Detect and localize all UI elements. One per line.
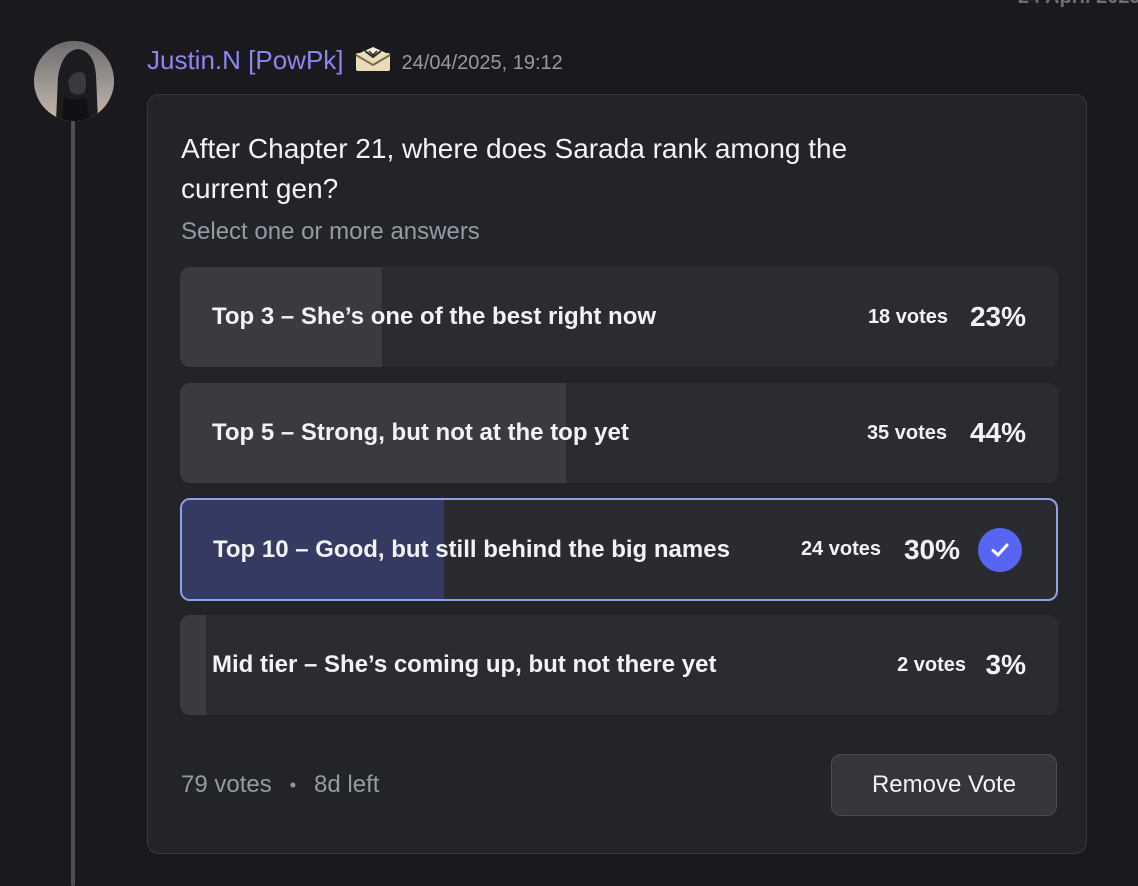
option-label: Top 3 – She’s one of the best right now xyxy=(212,303,657,330)
poll-subtitle: Select one or more answers xyxy=(181,218,480,245)
date-divider: 24 April 2025 xyxy=(1018,0,1138,9)
poll-footer: 79 votes • 8d left xyxy=(181,771,379,799)
discord-message-view: 24 April 2025 Justin.N [PowPk] xyxy=(0,0,1138,886)
option-vote-count: 18 votes xyxy=(867,305,948,328)
timestamp: 24/04/2025, 19:12 xyxy=(401,51,563,74)
option-percent: 30% xyxy=(903,533,960,565)
option-vote-count: 35 votes xyxy=(866,421,947,444)
total-votes: 79 votes xyxy=(181,771,272,798)
separator-dot: • xyxy=(289,774,297,795)
message-header: Justin.N [PowPk] 24/04/2025, 19:12 xyxy=(147,42,563,78)
vote-fill-bar xyxy=(180,615,207,715)
poll-option-top-3[interactable]: Top 3 – She’s one of the best right now … xyxy=(180,267,1058,367)
check-icon xyxy=(978,527,1022,572)
poll-card: After Chapter 21, where does Sarada rank… xyxy=(147,94,1087,854)
option-vote-count: 2 votes xyxy=(897,653,966,676)
option-vote-count: 24 votes xyxy=(800,538,881,560)
option-percent: 3% xyxy=(985,649,1026,680)
avatar[interactable] xyxy=(34,41,114,121)
poll-option-top-10[interactable]: Top 10 – Good, but still behind the big … xyxy=(180,498,1058,601)
thread-line xyxy=(71,120,75,886)
envelope-icon[interactable] xyxy=(354,47,392,73)
username[interactable]: Justin.N [PowPk] xyxy=(147,45,344,76)
poll-option-top-5[interactable]: Top 5 – Strong, but not at the top yet 3… xyxy=(180,383,1058,483)
poll-option-mid-tier[interactable]: Mid tier – She’s coming up, but not ther… xyxy=(180,615,1058,715)
option-percent: 44% xyxy=(969,417,1026,448)
avatar-image xyxy=(34,41,114,121)
time-left: 8d left xyxy=(314,771,380,798)
option-label: Top 5 – Strong, but not at the top yet xyxy=(212,419,629,446)
option-label: Mid tier – She’s coming up, but not ther… xyxy=(212,651,717,678)
option-label: Top 10 – Good, but still behind the big … xyxy=(213,535,730,563)
poll-question: After Chapter 21, where does Sarada rank… xyxy=(181,133,848,204)
remove-vote-button[interactable]: Remove Vote xyxy=(831,754,1057,816)
option-percent: 23% xyxy=(969,301,1026,332)
